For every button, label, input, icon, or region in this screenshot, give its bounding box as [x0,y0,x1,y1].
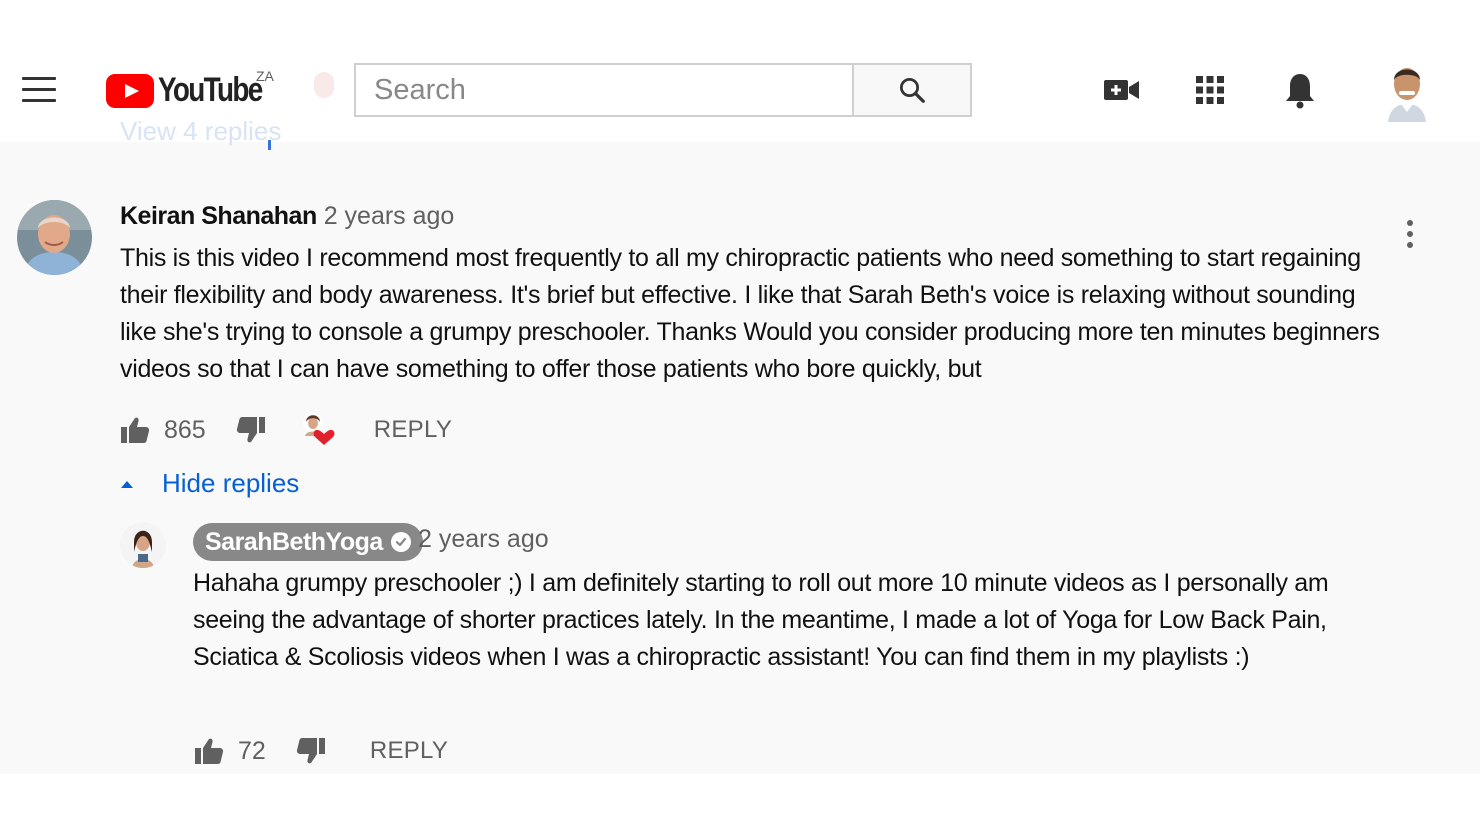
logo-text: YouTube [158,71,263,109]
reply-author-avatar[interactable] [120,522,166,568]
comment-timestamp[interactable]: 2 years ago [324,202,455,230]
apps-icon[interactable] [1190,70,1230,110]
verified-check-icon [390,532,411,552]
youtube-play-icon [106,74,154,108]
search-input[interactable] [356,65,852,115]
reply-author-name: SarahBethYoga [205,527,383,556]
reply-actions: 72 REPLY [194,733,448,769]
channel-owner-badge[interactable]: SarahBethYoga [193,523,423,561]
hide-replies-label: Hide replies [162,468,300,498]
comments-section [0,142,1480,774]
notifications-icon[interactable] [1280,70,1320,110]
faded-view-replies: View 4 replies [120,116,282,146]
region-code: ZA [256,68,274,84]
like-icon[interactable] [120,416,150,444]
hide-replies-button[interactable]: Hide replies [118,468,299,499]
like-count: 865 [164,415,206,444]
creator-heart-icon [302,412,336,448]
search-box [354,63,852,117]
comment-body: This is this video I recommend most freq… [120,244,1380,383]
like-icon[interactable] [194,737,224,765]
comment-author-avatar[interactable] [17,200,92,275]
faded-overlay-icon [314,72,334,98]
menu-icon[interactable] [22,77,56,105]
reply-timestamp[interactable]: 2 years ago [418,525,549,554]
create-video-icon[interactable] [1102,70,1142,110]
dislike-icon[interactable] [236,416,266,444]
reply-body: Hahaha grumpy preschooler ;) I am defini… [193,569,1329,671]
user-avatar[interactable] [1384,60,1430,122]
comment-actions: 865 REPLY [120,412,452,448]
youtube-logo[interactable]: YouTube ZA [106,68,284,112]
comment-header: Keiran Shanahan 2 years ago [120,200,454,232]
caret-up-icon [121,480,133,488]
reply-button[interactable]: REPLY [374,416,452,444]
reply-button[interactable]: REPLY [370,737,448,765]
like-count: 72 [238,736,266,765]
comment-menu-icon[interactable] [1398,220,1422,256]
faded-caret [268,140,271,150]
comment-author-name[interactable]: Keiran Shanahan [120,202,317,230]
search-icon [900,78,925,103]
search-button[interactable] [852,63,972,117]
dislike-icon[interactable] [296,737,326,765]
